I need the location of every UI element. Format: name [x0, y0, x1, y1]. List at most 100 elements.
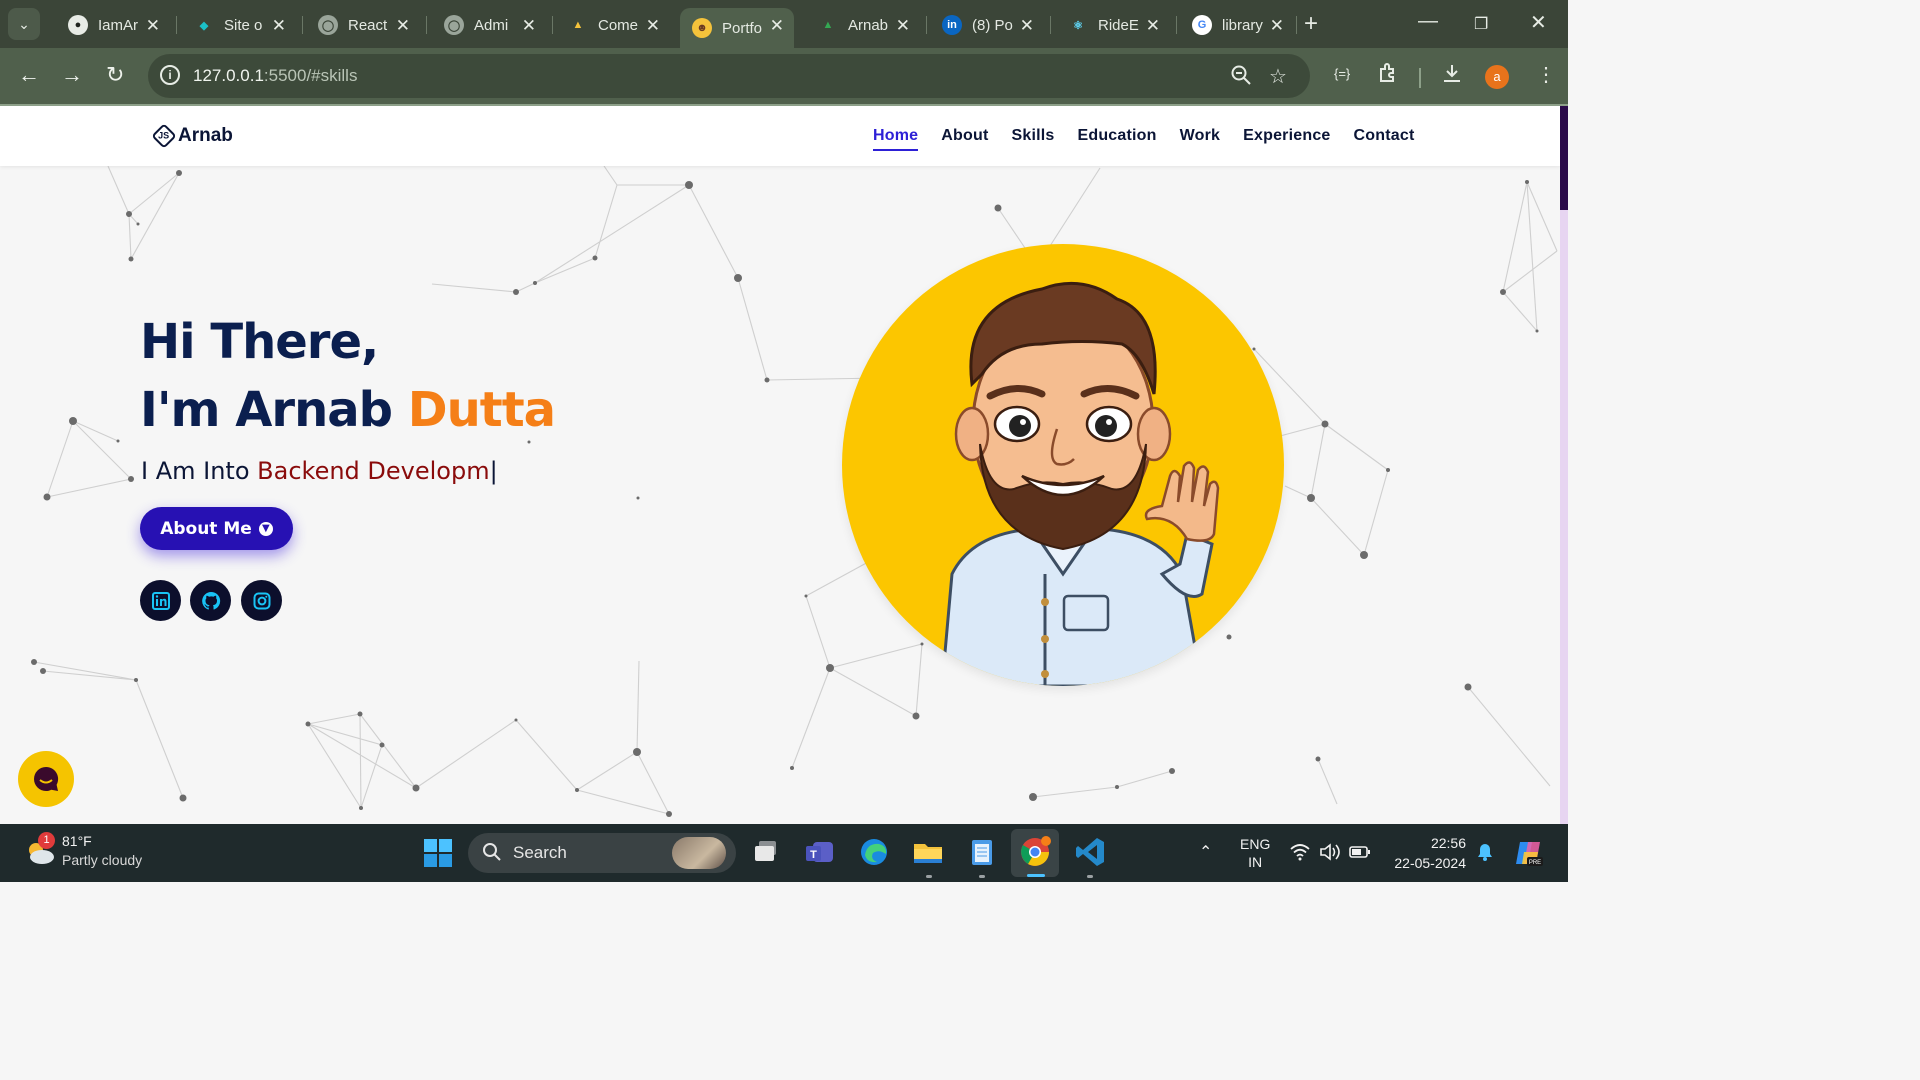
tab-separator	[1176, 16, 1177, 34]
browser-tab[interactable]: ● IamAr ✕	[56, 8, 170, 42]
file-explorer-icon[interactable]	[911, 835, 945, 869]
search-icon	[482, 842, 502, 867]
tab-search-button[interactable]: ⌄	[8, 8, 40, 40]
profile-avatar[interactable]: a	[1485, 65, 1509, 89]
tab-title: RideE	[1098, 16, 1139, 34]
copilot-icon[interactable]: PRE	[1514, 838, 1544, 873]
battery-icon[interactable]	[1349, 845, 1371, 864]
browser-tab[interactable]: ☻ Portfo ✕	[680, 8, 794, 48]
google-icon: G	[1192, 15, 1212, 35]
page-scrollbar-track[interactable]	[1560, 106, 1568, 824]
extension-devtools-icon[interactable]: {=}	[1334, 66, 1350, 81]
chrome-menu-icon[interactable]: ⋮	[1536, 62, 1556, 87]
globe-icon: ◯	[444, 15, 464, 35]
tab-close-icon[interactable]: ✕	[1270, 16, 1284, 36]
tab-separator	[1050, 16, 1051, 34]
back-button[interactable]: ←	[18, 64, 40, 86]
browser-tab[interactable]: ◯ React ✕	[306, 8, 420, 42]
taskbar-running-dot	[979, 875, 985, 878]
tab-title: Arnab	[848, 16, 889, 34]
new-tab-button[interactable]: +	[1304, 12, 1318, 36]
linkedin-link[interactable]	[140, 580, 181, 621]
tab-close-icon[interactable]: ✕	[396, 16, 410, 36]
reload-button[interactable]: ↻	[106, 64, 124, 86]
tab-close-icon[interactable]: ✕	[146, 16, 160, 36]
chat-widget-button[interactable]	[18, 751, 74, 807]
tab-title: library	[1222, 16, 1263, 34]
edge-icon[interactable]	[857, 835, 891, 869]
page-scrollbar-thumb[interactable]	[1560, 106, 1568, 210]
task-view-icon[interactable]	[750, 835, 784, 869]
nav-link-work[interactable]: Work	[1180, 127, 1221, 151]
globe-icon: ◯	[318, 15, 338, 35]
wifi-icon[interactable]	[1290, 843, 1310, 866]
notepad-icon[interactable]	[965, 835, 999, 869]
nav-link-skills[interactable]: Skills	[1011, 127, 1054, 151]
weather-widget[interactable]: 1 81°F Partly cloudy	[20, 830, 160, 876]
browser-tab[interactable]: in (8) Po ✕	[930, 8, 1044, 42]
tab-separator	[302, 16, 303, 34]
chrome-icon[interactable]	[1018, 835, 1052, 869]
extensions-puzzle-icon[interactable]	[1377, 62, 1399, 90]
language-indicator[interactable]: ENG IN	[1240, 835, 1270, 871]
tab-close-icon[interactable]: ✕	[770, 16, 784, 36]
tab-title: Admi	[474, 16, 509, 34]
windows-taskbar: 1 81°F Partly cloudy Search T ⌃ ENG IN 22…	[0, 824, 1568, 882]
tab-close-icon[interactable]: ✕	[1020, 16, 1034, 36]
github-link[interactable]	[190, 580, 231, 621]
tab-close-icon[interactable]: ✕	[896, 16, 910, 36]
bookmark-star-icon[interactable]: ☆	[1269, 64, 1287, 89]
js-logo-icon: JS	[151, 123, 177, 149]
nav-link-experience[interactable]: Experience	[1243, 127, 1330, 151]
instagram-link[interactable]	[241, 580, 282, 621]
downloads-icon[interactable]	[1441, 62, 1463, 90]
about-me-button[interactable]: About Me ▼	[140, 507, 293, 550]
url-text[interactable]: 127.0.0.1:5500/#skills	[193, 66, 357, 86]
nav-link-contact[interactable]: Contact	[1354, 127, 1415, 151]
browser-toolbar: ← → ↻ i 127.0.0.1:5500/#skills ☆ {=} a ⋮	[0, 48, 1568, 106]
browser-tab[interactable]: ◯ Admi ✕	[432, 8, 546, 42]
site-info-icon[interactable]: i	[160, 65, 180, 85]
hero-name-accent: Dutta	[407, 382, 556, 438]
minimize-button[interactable]: —	[1418, 10, 1438, 33]
clock[interactable]: 22:56 22-05-2024	[1388, 833, 1466, 873]
tab-separator	[926, 16, 927, 34]
nav-link-home[interactable]: Home	[873, 127, 919, 151]
nav-link-education[interactable]: Education	[1077, 127, 1156, 151]
github-icon: ●	[68, 15, 88, 35]
typing-tagline: I Am Into Backend Developm|	[141, 457, 498, 485]
weather-badge: 1	[38, 832, 55, 849]
start-button[interactable]	[423, 838, 453, 868]
teams-icon[interactable]: T	[803, 835, 837, 869]
vscode-icon[interactable]	[1073, 835, 1107, 869]
forward-button[interactable]: →	[61, 64, 83, 86]
browser-tab[interactable]: ◆ Site o ✕	[182, 8, 296, 42]
tab-title: React	[348, 16, 388, 34]
tab-close-icon[interactable]: ✕	[646, 16, 660, 36]
show-hidden-icons-chevron-icon[interactable]: ⌃	[1199, 842, 1212, 862]
browser-tab[interactable]: ⚛ RideE ✕	[1056, 8, 1170, 42]
particle-network-background	[31, 166, 1558, 817]
restore-button[interactable]: ❐	[1474, 14, 1488, 34]
browser-tab[interactable]: Glibrary ✕	[1180, 8, 1294, 42]
tab-close-icon[interactable]: ✕	[272, 16, 286, 36]
nav-link-about[interactable]: About	[941, 127, 988, 151]
browser-tab-strip: ⌄ ● IamAr ✕ ◆ Site o ✕ ◯ React ✕ ◯ Admi ✕ ▲ Come ✕ ☻ Por…	[0, 0, 1568, 48]
weather-desc: Partly cloudy	[62, 852, 143, 868]
tab-close-icon[interactable]: ✕	[522, 16, 536, 36]
tab-close-icon[interactable]: ✕	[1146, 16, 1160, 36]
address-bar[interactable]: i 127.0.0.1:5500/#skills ☆	[148, 54, 1310, 98]
linkedin-icon	[151, 591, 170, 610]
site-brand[interactable]: JS Arnab	[151, 123, 233, 149]
taskbar-search-box[interactable]: Search	[468, 833, 736, 873]
zoom-icon[interactable]	[1230, 64, 1252, 92]
chrome-active-indicator	[1027, 874, 1045, 877]
taskbar-running-dot	[926, 875, 932, 878]
volume-icon[interactable]	[1319, 843, 1341, 866]
close-window-button[interactable]: ✕	[1530, 10, 1547, 35]
tab-separator	[1296, 16, 1297, 34]
browser-tab[interactable]: ▲ Come ✕	[556, 8, 670, 42]
notification-bell-icon[interactable]	[1476, 842, 1494, 867]
browser-tab[interactable]: ▲ Arnab ✕	[806, 8, 920, 42]
nav-links: Home About Skills Education Work Experience Co…	[873, 127, 1438, 151]
